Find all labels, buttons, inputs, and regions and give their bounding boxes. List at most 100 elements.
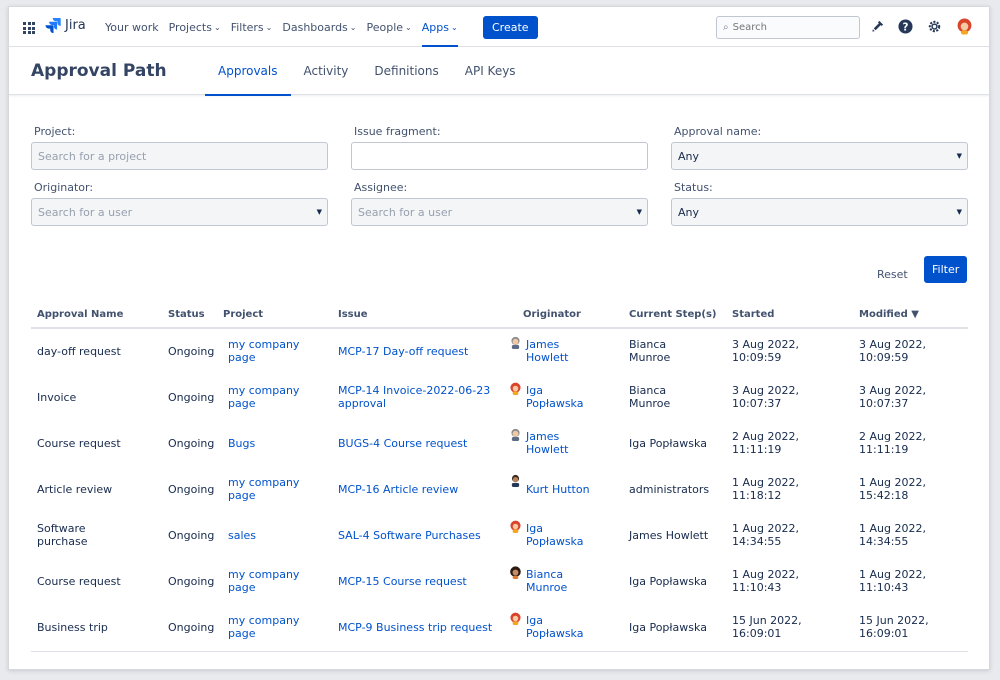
project-link[interactable]: my company page	[228, 614, 299, 640]
originator-select[interactable]: Search for a user ▼	[31, 198, 328, 226]
cell-line: MCP-14 Invoice-2022-06-23	[338, 384, 491, 397]
global-search[interactable]: ⌕	[716, 16, 860, 39]
search-input[interactable]	[732, 22, 843, 33]
search-icon: ⌕	[723, 22, 729, 33]
column-header-modified[interactable]: Modified ▼	[859, 309, 919, 320]
dropdown-caret-icon: ▼	[316, 208, 322, 216]
modified-cell: 1 Aug 2022, 11:10:43	[859, 568, 926, 594]
issue-link[interactable]: MCP-15 Course request	[338, 575, 467, 588]
started-cell: 1 Aug 2022, 14:34:55	[732, 522, 799, 548]
approval-name-cell: Course request	[37, 575, 121, 588]
page-title: Approval Path	[31, 61, 167, 81]
cell-line: Kurt Hutton	[526, 483, 590, 496]
chevron-down-icon: ⌄	[213, 22, 221, 32]
settings-icon[interactable]	[925, 17, 943, 35]
modified-cell: 1 Aug 2022, 14:34:55	[859, 522, 926, 548]
table-row: Invoice Ongoing my company page MCP-14 Invoi…	[31, 375, 968, 421]
approval-name-cell: day-off request	[37, 345, 121, 358]
user-avatar-icon	[511, 474, 520, 487]
nav-item-label: Filters	[230, 20, 264, 34]
column-header-project[interactable]: Project	[223, 309, 263, 320]
cell-line: approval	[338, 397, 387, 410]
cell-line: Popławska	[526, 535, 584, 548]
originator-link[interactable]: Kurt Hutton	[509, 474, 606, 496]
column-header-originator[interactable]: Originator	[523, 309, 581, 320]
approval-name-cell: Article review	[37, 483, 112, 496]
jira-logo[interactable]: Jira	[45, 17, 86, 33]
cell-line: 15:42:18	[859, 489, 909, 502]
project-link[interactable]: Bugs	[228, 437, 255, 450]
nav-item-projects[interactable]: Projects ⌄	[169, 7, 221, 47]
nav-item-filters[interactable]: Filters ⌄	[231, 7, 273, 47]
user-avatar-icon	[510, 382, 521, 395]
nav-item-apps[interactable]: Apps ⌄	[421, 7, 458, 47]
project-search-field[interactable]: Search for a project	[31, 142, 328, 170]
profile-avatar[interactable]	[955, 17, 973, 35]
tab-api-keys[interactable]: API Keys	[452, 47, 529, 95]
modified-cell: 2 Aug 2022, 11:11:19	[859, 430, 926, 456]
issue-link[interactable]: MCP-17 Day-off request	[338, 345, 468, 358]
help-icon[interactable]: ?	[896, 17, 914, 35]
table-body: day-off request Ongoing my company page MCP-…	[31, 329, 968, 651]
notifications-icon[interactable]	[868, 17, 886, 35]
assignee-label: Assignee:	[354, 181, 408, 194]
cell-line: MCP-15 Course request	[338, 575, 467, 588]
app-switcher-icon[interactable]	[23, 22, 35, 34]
tab-approvals[interactable]: Approvals	[205, 47, 291, 96]
project-link[interactable]: my company page	[228, 384, 299, 410]
column-header-started[interactable]: Started	[732, 309, 774, 320]
issue-fragment-input[interactable]	[351, 142, 648, 170]
cell-line: my company	[228, 338, 300, 351]
create-button[interactable]: Create	[483, 16, 538, 39]
status-cell: Ongoing	[168, 345, 215, 358]
originator-link[interactable]: Bianca Munroe	[509, 566, 606, 594]
originator-link[interactable]: Iga Popławska	[509, 382, 606, 410]
chevron-down-icon: ⌄	[265, 22, 273, 32]
tab-activity[interactable]: Activity	[291, 47, 362, 95]
issue-link[interactable]: SAL-4 Software Purchases	[338, 529, 481, 542]
nav-item-people[interactable]: People ⌄	[367, 7, 412, 47]
cell-line: Course request	[37, 437, 121, 450]
project-link[interactable]: my company page	[228, 338, 299, 364]
status-value: Any	[678, 205, 700, 219]
table-row: Course request Ongoing Bugs BUGS-4 Course r…	[31, 421, 968, 467]
cell-line: Article review	[37, 483, 113, 496]
originator-name: Iga Popławska	[526, 384, 606, 410]
status-select[interactable]: Any ▼	[671, 198, 968, 226]
approval-name-cell: Invoice	[37, 391, 76, 404]
originator-link[interactable]: James Howlett	[509, 336, 606, 364]
originator-link[interactable]: Iga Popławska	[509, 612, 606, 640]
started-cell: 3 Aug 2022, 10:07:37	[732, 384, 799, 410]
project-link[interactable]: sales	[228, 529, 256, 542]
issue-link[interactable]: MCP-14 Invoice-2022-06-23 approval	[338, 384, 490, 410]
cell-line: my company	[228, 614, 300, 627]
project-link[interactable]: my company page	[228, 476, 299, 502]
nav-item-your-work[interactable]: Your work	[105, 7, 159, 47]
cell-line: 10:09:59	[732, 351, 782, 364]
cell-line: 10:09:59	[859, 351, 909, 364]
project-link[interactable]: my company page	[228, 568, 299, 594]
column-header-approval-name[interactable]: Approval Name	[37, 309, 123, 320]
issue-link[interactable]: MCP-9 Business trip request	[338, 621, 492, 634]
issue-link[interactable]: MCP-16 Article review	[338, 483, 458, 496]
originator-name: Bianca Munroe	[526, 568, 606, 594]
originator-link[interactable]: Iga Popławska	[509, 520, 606, 548]
cell-line: 14:34:55	[859, 535, 909, 548]
reset-button[interactable]: Reset	[871, 261, 914, 287]
cell-line: day-off request	[37, 345, 121, 358]
filter-button[interactable]: Filter	[924, 256, 968, 283]
modified-cell: 15 Jun 2022, 16:09:01	[859, 614, 929, 640]
issue-link[interactable]: BUGS-4 Course request	[338, 437, 467, 450]
column-header-status[interactable]: Status	[168, 309, 205, 320]
approval-name-cell: Software purchase	[37, 522, 88, 548]
cell-line: 3 Aug 2022,	[732, 384, 799, 397]
column-header-issue[interactable]: Issue	[338, 309, 368, 320]
cell-line: Bianca	[629, 338, 667, 351]
column-header-current-step-s[interactable]: Current Step(s)	[629, 309, 717, 320]
tab-definitions[interactable]: Definitions	[361, 47, 451, 95]
originator-link[interactable]: James Howlett	[509, 428, 606, 456]
approval-name-select[interactable]: Any ▼	[671, 142, 968, 170]
assignee-select[interactable]: Search for a user ▼	[351, 198, 648, 226]
cell-line: 11:10:43	[859, 581, 909, 594]
nav-item-dashboards[interactable]: Dashboards ⌄	[282, 7, 356, 47]
